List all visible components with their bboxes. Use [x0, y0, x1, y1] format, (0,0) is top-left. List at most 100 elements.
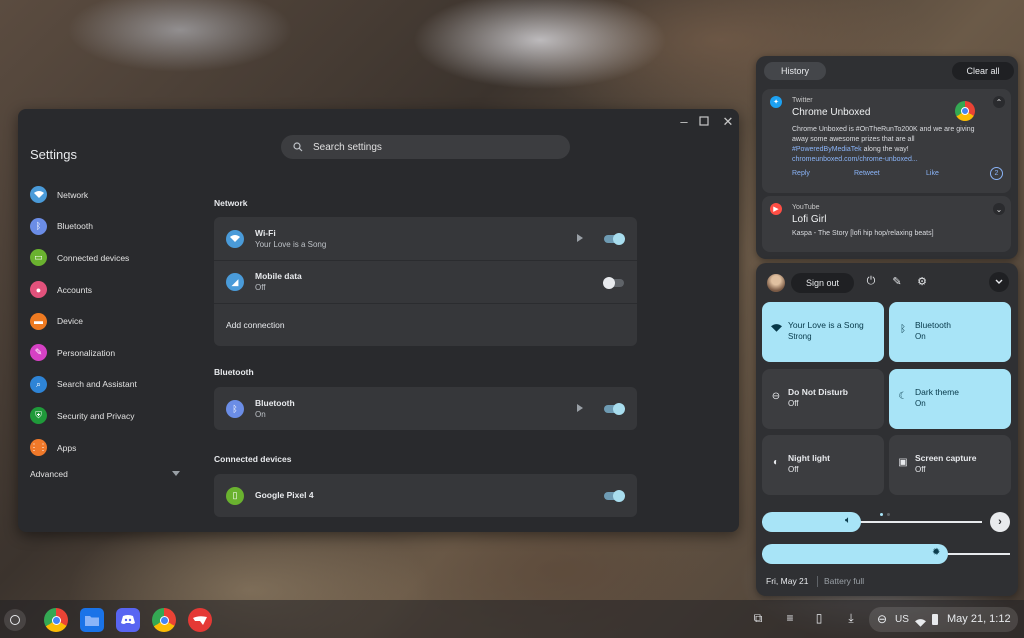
network-card: Wi-Fi Your Love is a Song ◢ Mobile data …	[214, 217, 637, 346]
arrow-right-icon[interactable]	[577, 404, 583, 412]
bluetooth-icon: ᛒ	[30, 217, 47, 235]
night-light-tile-status: Off	[788, 465, 799, 474]
sidebar-item-accounts[interactable]: ● Accounts	[30, 274, 190, 306]
dnd-tile-status: Off	[788, 399, 799, 408]
media-controls-icon[interactable]: ≡	[781, 611, 799, 625]
screen-capture-icon: ▣	[898, 457, 908, 468]
sign-out-button[interactable]: Sign out	[791, 273, 854, 293]
mobile-data-toggle[interactable]	[603, 277, 624, 289]
notification-title: Lofi Girl	[792, 214, 827, 225]
date-label[interactable]: Fri, May 21	[766, 576, 809, 586]
collapse-button[interactable]	[989, 272, 1009, 292]
dark-theme-tile[interactable]: ☾ Dark theme On	[889, 369, 1011, 429]
add-connection-label: Add connection	[226, 320, 285, 330]
wifi-row[interactable]: Wi-Fi Your Love is a Song	[214, 217, 637, 260]
add-connection-row[interactable]: Add connection	[214, 303, 637, 346]
search-icon	[293, 142, 303, 152]
maximize-icon[interactable]	[695, 114, 713, 129]
night-light-tile-title: Night light	[788, 453, 831, 463]
power-icon[interactable]: ⏻	[863, 275, 879, 288]
wifi-icon	[769, 324, 783, 336]
stadia-app-icon[interactable]	[188, 608, 212, 632]
clear-all-button[interactable]: Clear all	[952, 62, 1014, 80]
phone-hub-icon[interactable]: ▯	[810, 611, 828, 625]
reply-button[interactable]: Reply	[792, 170, 810, 177]
avatar[interactable]	[767, 274, 785, 292]
dnd-tile-title: Do Not Disturb	[788, 387, 848, 397]
wifi-toggle[interactable]	[604, 233, 625, 245]
sidebar-item-advanced[interactable]: Advanced	[30, 469, 180, 479]
sidebar-nav: Network ᛒ Bluetooth ▭ Connected devices …	[30, 179, 190, 463]
search-input[interactable]: Search settings	[281, 135, 570, 159]
quick-settings: Sign out ⏻ ✎ ⚙ Your Love is a Song Stron…	[756, 263, 1018, 596]
notification-youtube[interactable]: ▶ YouTube Lofi Girl ⌄ Kaspa - The Story …	[762, 196, 1011, 252]
chrome-beta-app-icon[interactable]	[152, 608, 176, 632]
screen-capture-tile[interactable]: ▣ Screen capture Off	[889, 435, 1011, 495]
bluetooth-title: Bluetooth	[255, 397, 295, 408]
wifi-tile[interactable]: Your Love is a Song Strong	[762, 302, 884, 362]
audio-settings-button[interactable]: ›	[990, 512, 1010, 532]
phone-toggle[interactable]	[604, 490, 625, 502]
minimize-icon[interactable]: –	[675, 114, 693, 129]
bluetooth-tile-title: Bluetooth	[915, 320, 951, 330]
notification-link[interactable]: chromeunboxed.com/chrome-unboxed...	[792, 156, 918, 163]
wifi-tile-status: Strong	[788, 332, 812, 341]
sidebar-item-search-assistant[interactable]: ⌕ Search and Assistant	[30, 369, 190, 401]
pencil-icon[interactable]: ✎	[889, 275, 905, 288]
bluetooth-icon: ᛒ	[226, 399, 244, 418]
do-not-disturb-tile[interactable]: ⊖ Do Not Disturb Off	[762, 369, 884, 429]
discord-app-icon[interactable]	[116, 608, 140, 632]
search-placeholder: Search settings	[313, 141, 382, 153]
laptop-icon: ▬	[30, 312, 47, 330]
mobile-data-title: Mobile data	[255, 271, 302, 281]
sidebar-item-connected-devices[interactable]: ▭ Connected devices	[30, 242, 190, 274]
sidebar-item-apps[interactable]: ⋮⋮ Apps	[30, 432, 190, 464]
chrome-app-icon[interactable]	[44, 608, 68, 632]
mobile-data-row[interactable]: ◢ Mobile data Off	[214, 260, 637, 303]
chevron-down-icon	[172, 471, 180, 476]
notification-app-name: YouTube	[792, 204, 820, 211]
bluetooth-row[interactable]: ᛒ Bluetooth On	[214, 387, 637, 430]
moon-icon: ☾	[898, 391, 908, 402]
launcher-button[interactable]	[4, 609, 26, 631]
sidebar-item-security-privacy[interactable]: ⛨ Security and Privacy	[30, 400, 190, 432]
apps-grid-icon: ⋮⋮	[30, 439, 48, 457]
chevron-down-icon[interactable]: ⌄	[993, 203, 1005, 215]
page-title: Settings	[30, 147, 77, 162]
chevron-up-icon[interactable]: ⌃	[993, 96, 1005, 108]
status-area[interactable]: ⊖ US May 21, 1:12	[869, 607, 1018, 632]
gear-icon[interactable]: ⚙	[914, 275, 930, 288]
files-app-icon[interactable]	[80, 608, 104, 632]
phone-row[interactable]: ▯ Google Pixel 4	[214, 474, 637, 517]
snooze-badge[interactable]: 2	[990, 167, 1003, 180]
retweet-button[interactable]: Retweet	[854, 170, 880, 177]
night-light-tile[interactable]: ◐ Night light Off	[762, 435, 884, 495]
bluetooth-tile[interactable]: ᛒ Bluetooth On	[889, 302, 1011, 362]
brightness-icon: ✹	[932, 547, 941, 558]
mobile-data-status: Off	[255, 283, 266, 292]
close-icon[interactable]: ✕	[719, 114, 737, 130]
notification-app-name: Twitter	[792, 97, 813, 104]
screen-capture-tile-status: Off	[915, 465, 926, 474]
person-icon: ●	[30, 281, 47, 299]
sidebar-item-network[interactable]: Network	[30, 179, 190, 211]
notification-title: Chrome Unboxed	[792, 107, 871, 118]
download-tray-icon[interactable]: ⤓	[842, 611, 860, 626]
do-not-disturb-icon: ⊖	[771, 391, 781, 402]
like-button[interactable]: Like	[926, 170, 939, 177]
holding-space-icon[interactable]: ⧉	[749, 611, 767, 626]
wifi-network-name: Your Love is a Song	[255, 239, 327, 249]
history-button[interactable]: History	[764, 62, 826, 80]
sidebar-item-device[interactable]: ▬ Device	[30, 305, 190, 337]
notification-twitter[interactable]: ✦ Twitter Chrome Unboxed ⌃ Chrome Unboxe…	[762, 89, 1011, 193]
sidebar-item-bluetooth[interactable]: ᛒ Bluetooth	[30, 211, 190, 243]
chrome-logo-icon	[955, 101, 975, 121]
section-title-network: Network	[214, 198, 248, 208]
volume-icon: 🔈︎	[845, 515, 851, 526]
search-icon: ⌕	[30, 375, 47, 393]
cellular-icon: ◢	[226, 273, 244, 291]
bluetooth-toggle[interactable]	[604, 403, 625, 415]
arrow-right-icon[interactable]	[577, 234, 583, 242]
bluetooth-tile-status: On	[915, 332, 926, 341]
sidebar-item-personalization[interactable]: ✎ Personalization	[30, 337, 190, 369]
